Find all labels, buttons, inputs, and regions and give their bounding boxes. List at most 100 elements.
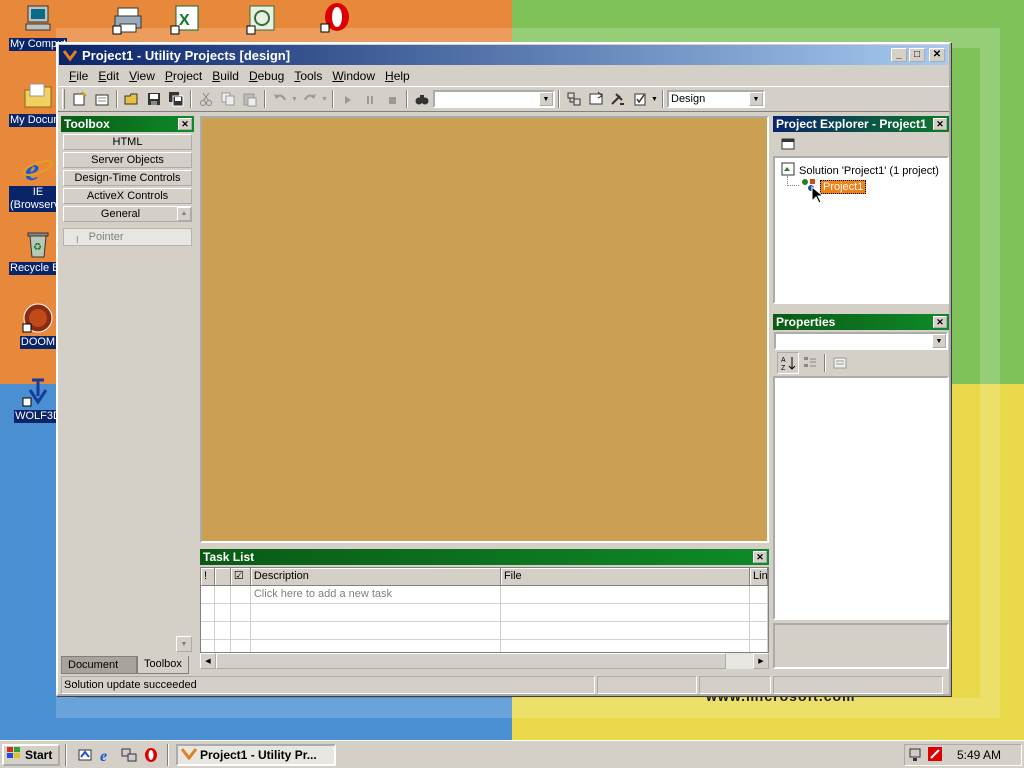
toolbox-tab-design-time-controls[interactable]: Design-Time Controls <box>63 170 192 186</box>
desktop-shortcut-project[interactable] <box>230 4 294 38</box>
clock[interactable]: 5:49 AM <box>957 748 1001 762</box>
stop-icon[interactable] <box>381 88 403 110</box>
tab-toolbox[interactable]: Toolbox <box>137 656 189 674</box>
menu-project[interactable]: Project <box>160 69 207 83</box>
toolbox-tab-server-objects[interactable]: Server Objects <box>63 152 192 168</box>
chevron-down-icon[interactable]: ▼ <box>932 334 946 348</box>
close-icon[interactable]: ✕ <box>178 118 192 130</box>
ie-icon: e <box>22 151 54 187</box>
minimize-button[interactable]: _ <box>891 48 907 62</box>
network-icon[interactable] <box>120 746 138 764</box>
scroll-down-icon[interactable]: ▼ <box>176 636 192 652</box>
tree-node-solution[interactable]: Solution 'Project1' (1 project) <box>781 162 939 179</box>
title-bar[interactable]: Project1 - Utility Projects [design] _ □… <box>59 45 948 65</box>
save-all-icon[interactable] <box>165 88 187 110</box>
taskbar-button-project1[interactable]: Project1 - Utility Pr... <box>176 743 336 766</box>
close-icon[interactable]: ✕ <box>753 551 767 563</box>
close-icon[interactable]: ✕ <box>933 118 947 130</box>
desktop-shortcut-printer[interactable] <box>96 4 160 38</box>
toolbox-tab-activex-controls[interactable]: ActiveX Controls <box>63 188 192 204</box>
copy-icon[interactable] <box>217 88 239 110</box>
break-icon[interactable] <box>359 88 381 110</box>
toolbar-grip[interactable] <box>62 89 65 109</box>
scroll-left-icon[interactable]: ◀ <box>200 653 216 669</box>
properties-icon[interactable] <box>585 88 607 110</box>
my-documents-icon <box>22 80 54 112</box>
column-priority[interactable]: ! <box>201 568 215 585</box>
save-icon[interactable] <box>143 88 165 110</box>
new-task-input[interactable]: Click here to add a new task <box>251 586 501 603</box>
desktop-shortcut-excel[interactable]: X <box>154 4 218 38</box>
scroll-up-icon[interactable]: ▲ <box>177 207 191 221</box>
paste-icon[interactable] <box>239 88 261 110</box>
redo-dropdown-icon[interactable]: ▼ <box>321 96 329 103</box>
menu-tools[interactable]: Tools <box>289 69 327 83</box>
toolbox-icon[interactable] <box>607 88 629 110</box>
properties-toolbar: AZ <box>773 350 949 376</box>
task-list-icon[interactable] <box>629 88 651 110</box>
redo-icon[interactable] <box>299 88 321 110</box>
task-list-header: ! ☑ Description File Lin <box>201 568 768 586</box>
add-item-icon[interactable] <box>91 88 113 110</box>
menu-file[interactable]: File <box>64 69 93 83</box>
property-pages-icon[interactable] <box>829 352 851 374</box>
close-button[interactable]: ✕ <box>929 48 945 62</box>
mode-combo[interactable]: Design ▼ <box>667 90 765 108</box>
close-icon[interactable]: ✕ <box>933 316 947 328</box>
task-list-hscrollbar[interactable]: ◀ ▶ <box>200 653 769 669</box>
chevron-down-icon[interactable]: ▼ <box>651 96 659 103</box>
opera-icon[interactable] <box>142 746 160 764</box>
desktop-shortcut-opera[interactable] <box>304 2 368 36</box>
column-file[interactable]: File <box>501 568 751 585</box>
undo-icon[interactable] <box>269 88 291 110</box>
menu-edit[interactable]: Edit <box>93 69 124 83</box>
taskbar: Start e Project1 - Utility Pr... 5:49 AM <box>0 740 1024 768</box>
sort-alphabetical-icon[interactable]: AZ <box>777 352 799 374</box>
column-checked[interactable]: ☑ <box>231 568 251 585</box>
column-category[interactable] <box>215 568 231 585</box>
start-button[interactable]: Start <box>2 743 60 766</box>
ie-icon[interactable]: e <box>98 746 116 764</box>
column-description[interactable]: Description <box>251 568 501 585</box>
toolbox-title-bar[interactable]: Toolbox ✕ <box>61 116 194 132</box>
properties-title-bar[interactable]: Properties ✕ <box>773 314 949 330</box>
open-folder-icon[interactable] <box>121 88 143 110</box>
menu-help[interactable]: Help <box>380 69 415 83</box>
network-tray-icon[interactable] <box>909 746 925 765</box>
opera-tray-icon[interactable] <box>927 746 943 765</box>
undo-dropdown-icon[interactable]: ▼ <box>291 96 299 103</box>
menu-debug[interactable]: Debug <box>244 69 289 83</box>
start-icon[interactable] <box>337 88 359 110</box>
doom-icon <box>22 302 54 334</box>
show-desktop-icon[interactable] <box>76 746 94 764</box>
project-explorer-icon[interactable] <box>563 88 585 110</box>
find-combo[interactable]: ▼ <box>433 90 555 108</box>
table-row[interactable]: Click here to add a new task <box>201 586 768 604</box>
toolbox-item-pointer[interactable]: ╷ Pointer <box>63 228 192 246</box>
column-line[interactable]: Lin <box>750 568 768 585</box>
maximize-button[interactable]: □ <box>909 48 925 62</box>
property-grid[interactable] <box>773 376 949 620</box>
svg-text:Z: Z <box>781 365 786 371</box>
scroll-right-icon[interactable]: ▶ <box>753 653 769 669</box>
task-list-title-bar[interactable]: Task List ✕ <box>200 549 769 565</box>
project-explorer-title-bar[interactable]: Project Explorer - Project1 ✕ <box>773 116 949 132</box>
chevron-down-icon[interactable]: ▼ <box>539 92 553 106</box>
design-surface[interactable] <box>200 116 769 543</box>
new-project-icon[interactable] <box>69 88 91 110</box>
menu-build[interactable]: Build <box>207 69 244 83</box>
properties-page-icon[interactable] <box>777 133 799 155</box>
cut-icon[interactable] <box>195 88 217 110</box>
tab-document-outline[interactable]: Document ... <box>61 656 137 687</box>
menu-view[interactable]: View <box>124 69 160 83</box>
scroll-thumb[interactable] <box>216 653 726 669</box>
task-list-title: Task List <box>203 550 255 564</box>
sort-categorized-icon[interactable] <box>799 352 821 374</box>
toolbox-tab-general[interactable]: General ▲ <box>63 206 192 222</box>
find-icon[interactable] <box>411 88 433 110</box>
recycle-bin-icon: ♻ <box>22 228 54 260</box>
toolbox-tab-html[interactable]: HTML <box>63 134 192 150</box>
chevron-down-icon[interactable]: ▼ <box>749 92 763 106</box>
object-selector[interactable]: ▼ <box>774 332 948 350</box>
menu-window[interactable]: Window <box>327 69 380 83</box>
